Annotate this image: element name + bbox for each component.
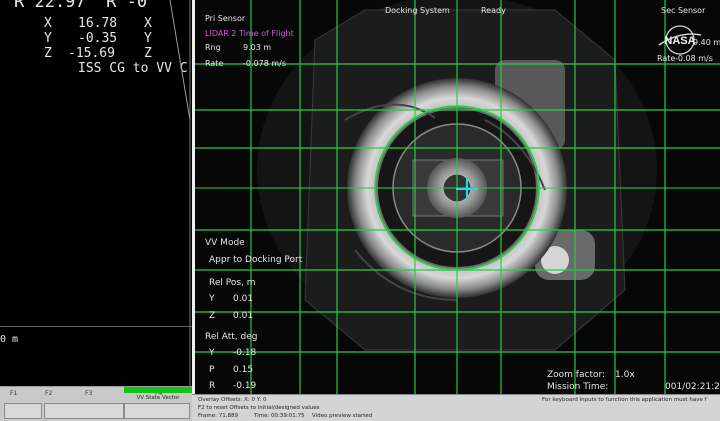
rel-att-y-value: -0.18	[233, 348, 257, 358]
docking-system-status: Ready	[481, 6, 506, 15]
status-bar: Overlay Offsets: X: 0 Y: 0 F2 to reset O…	[192, 394, 720, 421]
vv-mode-label: VV Mode	[205, 238, 245, 248]
rel-att-y-label: Y	[209, 348, 215, 358]
rel-att-p-label: P	[209, 365, 215, 375]
sec-sensor-label: Sec Sensor	[661, 6, 706, 15]
vv-state-indicator	[124, 387, 192, 393]
rate-label: Rate	[205, 59, 224, 68]
rel-att-r-label: R	[209, 381, 216, 391]
rel-att-p-value: 0.15	[233, 365, 254, 375]
camera-view: Pri Sensor LIDAR 2 Time of Flight Rng 9.…	[192, 0, 720, 394]
rate-value: -0.078 m/s	[243, 59, 286, 68]
vv-mode-value: Appr to Docking Port	[209, 255, 303, 265]
preview-status: Video preview started	[312, 413, 373, 419]
telemetry-panel: R 22.97 R -0 X 16.78 X Y -0.35 Y Z -15.6…	[0, 0, 192, 386]
function-key-f3[interactable]: F3	[85, 390, 92, 397]
docking-system-label: Docking System	[385, 6, 450, 15]
zoom-factor-label: Zoom factor:	[547, 370, 606, 380]
rel-pos-z-value: 0.01	[233, 311, 254, 321]
rng-label: Rng	[205, 43, 221, 52]
panel-edge	[169, 0, 191, 386]
rng-value: 9.03 m	[243, 43, 272, 52]
pri-sensor-label: Pri Sensor	[205, 14, 246, 23]
rel-pos-y-label: Y	[209, 294, 215, 304]
mission-time-label: Mission Time:	[547, 382, 609, 392]
function-key-f2[interactable]: F2	[45, 390, 52, 397]
status-field	[124, 403, 190, 419]
left-status-bar: F1 F2 F3 F4 VV State Vector	[0, 386, 192, 421]
nasa-logo: NASA	[658, 25, 702, 55]
rel-att-label: Rel Att, deg	[205, 332, 258, 342]
offsets-hint: F2 to reset Offsets to initial/designed …	[198, 405, 320, 411]
pri-sensor-value: LIDAR 2 Time of Flight	[205, 29, 294, 38]
keyboard-hint: For keyboard inputs to function this app…	[542, 397, 707, 403]
mission-time-value: 001/02:21:27	[665, 382, 720, 392]
rel-pos-y-value: 0.01	[233, 294, 254, 304]
overlay-offsets: Overlay Offsets: X: 0 Y: 0	[198, 397, 267, 403]
rel-att-r-value: -0.19	[233, 381, 257, 391]
sec-rate-label: Rate	[657, 54, 676, 63]
zoom-factor-value: 1.0x	[615, 370, 635, 380]
rel-pos-z-label: Z	[209, 311, 216, 321]
frame-counter: Frame: 71,889	[198, 413, 238, 419]
sec-rate-value: -0.08 m/s	[675, 54, 713, 63]
nasa-logo-text: NASA	[664, 35, 695, 47]
status-field	[4, 403, 42, 419]
rel-pos-label: Rel Pos, m	[209, 278, 256, 288]
function-key-f1[interactable]: F1	[10, 390, 17, 397]
vv-state-label[interactable]: VV State Vector	[124, 395, 192, 401]
status-field	[44, 403, 124, 419]
time-counter: Time: 00:39:01:75	[254, 413, 305, 419]
